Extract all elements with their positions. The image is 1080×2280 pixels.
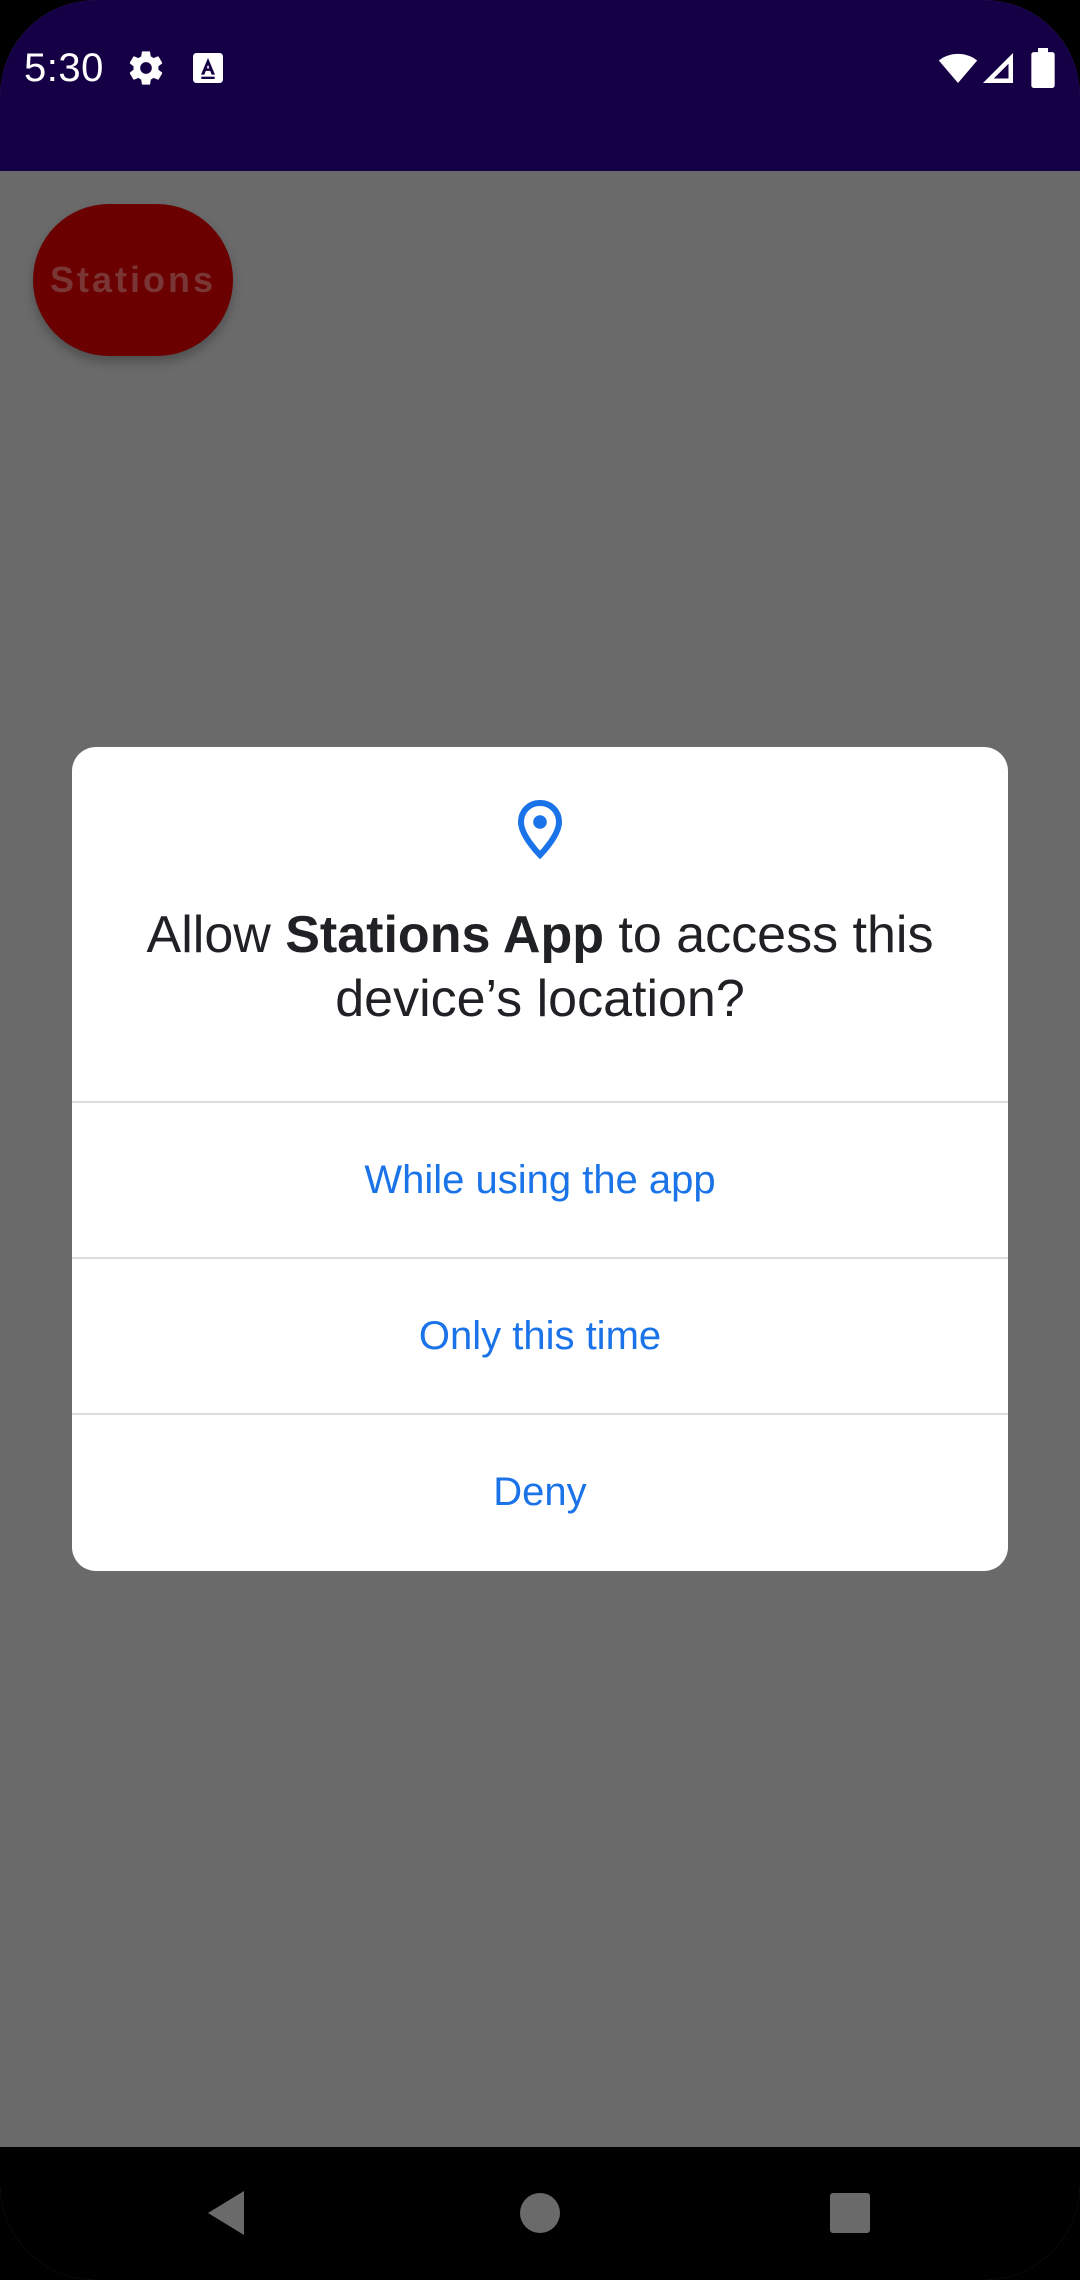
gear-icon [126, 48, 166, 88]
status-bar: 5:30 [0, 0, 1080, 171]
title-app-name: Stations App [285, 906, 604, 964]
wifi-icon [936, 48, 980, 88]
back-icon[interactable] [184, 2171, 268, 2255]
title-prefix: Allow [146, 906, 286, 964]
recents-icon[interactable] [808, 2171, 892, 2255]
stations-button[interactable]: Stations [33, 204, 233, 356]
permission-dialog: Allow Stations App to access this device… [72, 747, 1008, 1571]
dialog-title: Allow Stations App to access this device… [112, 903, 968, 1031]
deny-button[interactable]: Deny [72, 1415, 1008, 1569]
dialog-header: Allow Stations App to access this device… [72, 747, 1008, 1101]
only-this-time-button[interactable]: Only this time [72, 1259, 1008, 1413]
while-using-app-button[interactable]: While using the app [72, 1103, 1008, 1257]
navigation-bar [0, 2147, 1080, 2280]
phone-screen: 5:30 Stations Allow Stations App to acce… [0, 0, 1080, 2280]
home-icon[interactable] [498, 2171, 582, 2255]
text-a-icon [188, 48, 228, 88]
status-time: 5:30 [24, 46, 104, 90]
battery-icon [1030, 48, 1056, 88]
location-pin-icon [516, 799, 564, 859]
signal-icon [980, 48, 1016, 88]
